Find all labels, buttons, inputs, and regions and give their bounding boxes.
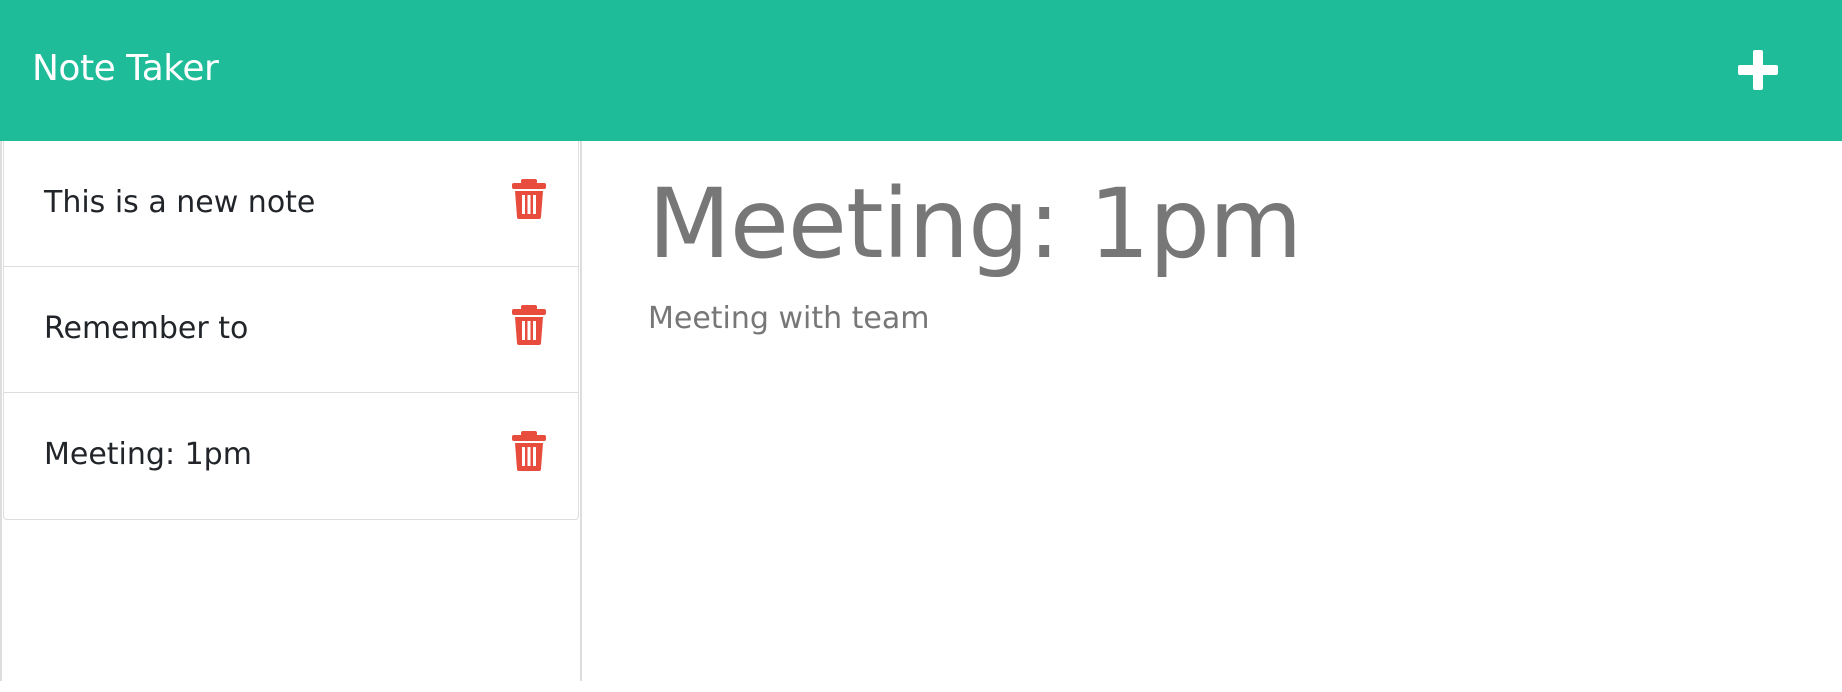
note-text-field[interactable]: Meeting with team — [648, 299, 930, 339]
navbar: Note Taker — [0, 0, 1842, 141]
trash-icon[interactable] — [512, 179, 546, 219]
page-bottom — [0, 681, 1842, 692]
app-title[interactable]: Note Taker — [32, 46, 219, 92]
list-item[interactable]: Meeting: 1pm — [4, 393, 578, 519]
list-item[interactable]: This is a new note — [4, 141, 578, 267]
notes-sidebar: This is a new note Remember to Meeting: … — [0, 141, 582, 681]
new-note-button[interactable] — [1734, 46, 1782, 94]
trash-icon[interactable] — [512, 431, 546, 471]
list-item[interactable]: Remember to — [4, 267, 578, 393]
note-list-title[interactable]: Meeting: 1pm — [44, 435, 252, 475]
note-list-title[interactable]: Remember to — [44, 309, 248, 349]
note-editor: Meeting: 1pm Meeting with team — [582, 141, 1842, 681]
plus-icon-vertical — [1753, 50, 1763, 90]
note-title-field[interactable]: Meeting: 1pm — [648, 169, 1302, 279]
note-list-title[interactable]: This is a new note — [44, 183, 315, 223]
trash-icon[interactable] — [512, 305, 546, 345]
note-list: This is a new note Remember to Meeting: … — [3, 141, 579, 520]
